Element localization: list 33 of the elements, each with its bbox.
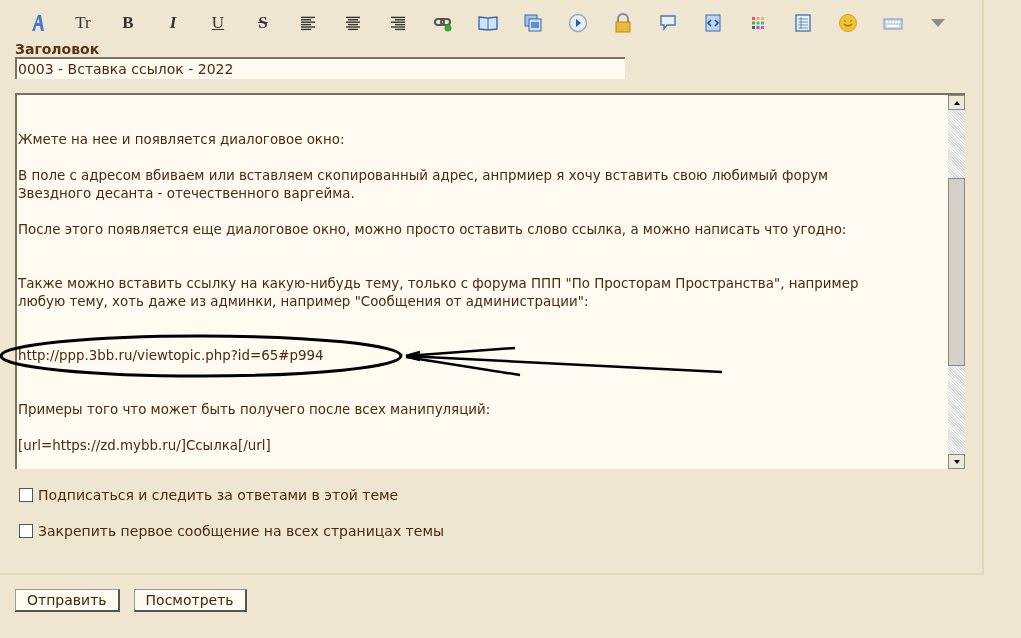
message-line: Звездного десанта - отечественного варгейма. [18, 186, 355, 201]
message-line: После этого появляется еще диалоговое окно, можно просто оставить слово ссылка, а можно написать что угодно: [18, 222, 847, 237]
checkbox[interactable] [19, 524, 33, 538]
images-icon[interactable] [523, 13, 543, 33]
message-line: [url=https://zd.mybb.ru/]Ссылка[/url] [18, 438, 271, 453]
format-button[interactable]: I [163, 13, 183, 33]
format-button[interactable]: U [208, 13, 228, 33]
message-line: В поле с адресом вбиваем или вставляем скопированный адрес, анпрмиер я хочу вставить свою любимый форум [18, 168, 829, 183]
option-label: Закрепить первое сообщение на всех страницах темы [38, 523, 444, 539]
message-line: любую тему, хоть даже из админки, например "Сообщения от администрации": [18, 294, 589, 309]
scrollbar[interactable] [948, 95, 965, 469]
title-label: Заголовок [15, 41, 101, 57]
message-line: http://ppp.3bb.ru/viewtopic.php?id=65#p994 [18, 348, 324, 363]
form-button[interactable]: Отправить [15, 589, 120, 612]
message-line: Примеры того что может быть получего после всех манипуляций: [18, 402, 491, 417]
form-button[interactable]: Посмотреть [133, 589, 247, 612]
scrollbar-thumb[interactable] [948, 178, 965, 366]
message-line: Также можно вставить ссылку на какую-нибудь тему, только с форума ППП "По Просторам Пространства", например [18, 276, 859, 291]
play-icon[interactable] [568, 13, 588, 33]
speech-bubble-icon[interactable] [658, 13, 678, 33]
book-icon[interactable] [478, 13, 498, 33]
lock-icon[interactable] [613, 13, 633, 33]
format-button[interactable]: Tr [73, 13, 93, 33]
code-scroll-icon[interactable] [703, 13, 723, 33]
message-field[interactable] [15, 93, 965, 469]
message-line: Жмете на нее и появляется диалоговое окно: [18, 132, 345, 147]
format-button[interactable]: S [253, 13, 273, 33]
table-icon[interactable] [793, 13, 813, 33]
checkbox[interactable] [19, 488, 33, 502]
title-field[interactable]: 0003 - Вставка ссылок - 2022 [15, 57, 625, 79]
smiley-icon[interactable] [838, 13, 858, 33]
format-button[interactable]: B [118, 13, 138, 33]
option-label: Подписаться и следить за ответами в этой теме [38, 487, 399, 503]
